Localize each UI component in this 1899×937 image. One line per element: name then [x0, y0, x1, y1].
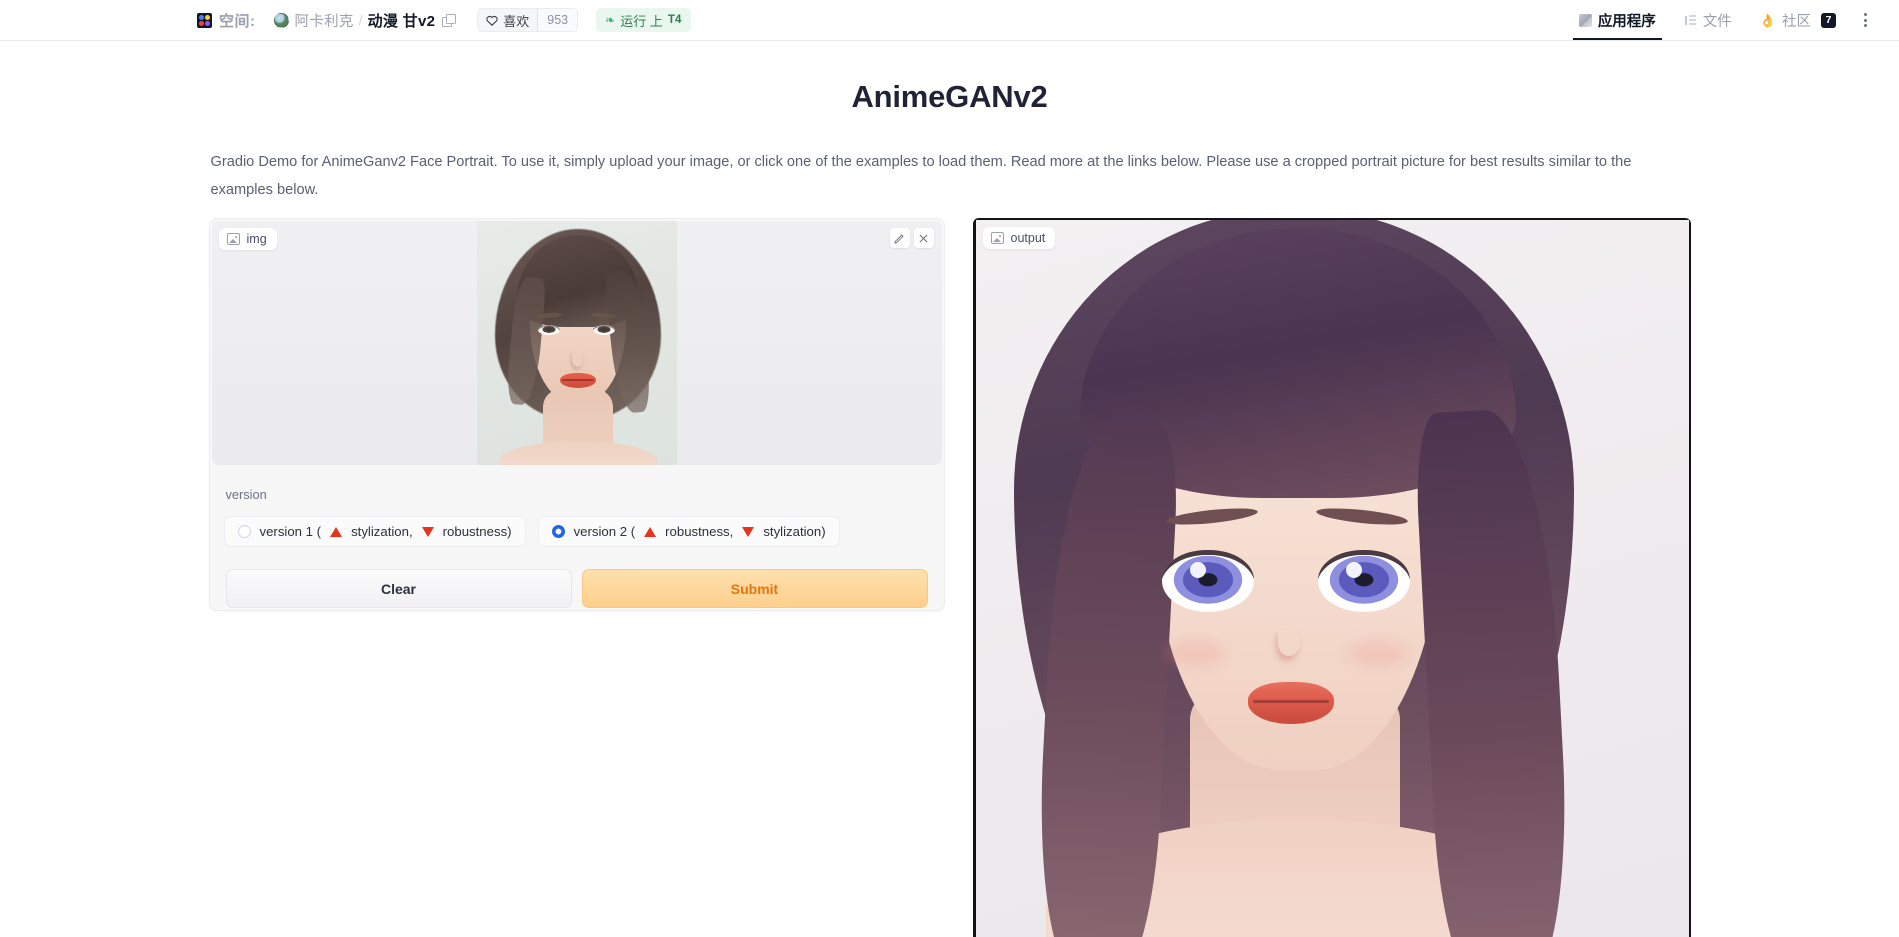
- input-panel-tag: img: [218, 228, 277, 250]
- demo-panels: img version version 1 (stylization, rob…: [208, 218, 1691, 937]
- action-buttons: Clear Submit: [224, 569, 930, 610]
- triangle-down-icon: [742, 526, 755, 537]
- input-column: img version version 1 (stylization, rob…: [208, 218, 945, 611]
- image-icon: [226, 233, 240, 245]
- hand-wave-icon: 👌: [1759, 12, 1776, 28]
- header-nav: 应用程序 文件 👌 社区 7: [1565, 0, 1881, 40]
- owner-avatar: [273, 12, 289, 28]
- triangle-down-icon: [421, 526, 434, 537]
- image-icon: [990, 232, 1004, 244]
- vertical-dots-icon[interactable]: [1850, 13, 1881, 27]
- status-hardware: T4: [667, 14, 682, 26]
- like-button[interactable]: 喜欢: [478, 9, 537, 31]
- tab-files[interactable]: 文件: [1670, 0, 1746, 40]
- like-label: 喜欢: [503, 13, 530, 29]
- tab-apps[interactable]: 应用程序: [1565, 0, 1670, 40]
- input-image-panel[interactable]: img: [211, 221, 942, 465]
- breadcrumb-separator: /: [358, 12, 363, 28]
- tab-apps-label: 应用程序: [1597, 13, 1656, 30]
- tab-community[interactable]: 👌 社区 7: [1746, 0, 1850, 40]
- tab-community-label: 社区: [1782, 13, 1811, 30]
- edit-image-button[interactable]: [889, 228, 910, 248]
- files-icon: [1684, 14, 1697, 27]
- version-label: version: [225, 487, 267, 502]
- running-star-icon: ❧: [605, 13, 616, 27]
- community-badge: 7: [1821, 12, 1836, 28]
- radio-version-2-up-text: robustness,: [665, 524, 734, 539]
- output-anime-portrait: [975, 220, 1689, 937]
- pencil-icon: [894, 233, 904, 244]
- heart-icon: [486, 15, 498, 26]
- top-navigation-bar: 空间: 阿卡利克 / 动漫 甘v2 喜欢 953 ❧ 运行 上 T4 应用程序: [0, 0, 1899, 41]
- like-count: 953: [537, 9, 578, 31]
- output-image-panel[interactable]: output: [972, 218, 1691, 937]
- space-name-link[interactable]: 动漫 甘v2: [368, 10, 436, 31]
- close-icon: [919, 233, 928, 243]
- spaces-logo-icon: [197, 12, 212, 28]
- radio-version-1-up-text: stylization,: [351, 524, 413, 539]
- version-controls: version version 1 ( stylization, robustn…: [210, 465, 944, 610]
- radio-version-1-prefix: version 1 (: [259, 524, 322, 539]
- output-panel-label: output: [1010, 231, 1046, 245]
- input-panel-label: img: [246, 232, 267, 246]
- output-panel-tag: output: [982, 227, 1056, 249]
- image-action-buttons: [889, 228, 934, 248]
- radio-version-2-indicator[interactable]: [551, 525, 565, 538]
- page-content: AnimeGANv2 Gradio Demo for AnimeGanv2 Fa…: [0, 41, 1899, 937]
- output-column: output: [972, 218, 1691, 937]
- radio-version-2-down-text: stylization): [763, 524, 826, 539]
- radio-version-1-indicator[interactable]: [237, 525, 251, 538]
- version-radio-group: version 1 ( stylization, robustness) ver…: [223, 516, 930, 569]
- radio-version-2[interactable]: version 2 ( robustness, stylization): [537, 516, 840, 547]
- triangle-up-icon: [644, 526, 657, 537]
- status-badge: ❧ 运行 上 T4: [596, 8, 691, 32]
- breadcrumb: 空间: 阿卡利克 / 动漫 甘v2 喜欢 953 ❧ 运行 上 T4: [197, 8, 691, 32]
- clear-button[interactable]: Clear: [225, 569, 572, 608]
- spaces-label: 空间:: [219, 12, 256, 30]
- clear-image-button[interactable]: [913, 228, 934, 248]
- status-label: 运行 上: [620, 13, 663, 29]
- like-control: 喜欢 953: [477, 8, 579, 32]
- radio-version-1-down-text: robustness): [442, 524, 512, 539]
- radio-version-2-prefix: version 2 (: [573, 524, 636, 539]
- uploaded-portrait-photo: [476, 221, 677, 465]
- copy-icon[interactable]: [442, 13, 456, 27]
- submit-button[interactable]: Submit: [581, 569, 928, 608]
- page-description: Gradio Demo for AnimeGanv2 Face Portrait…: [210, 154, 1632, 198]
- page-title: AnimeGANv2: [851, 79, 1048, 114]
- radio-version-1[interactable]: version 1 ( stylization, robustness): [223, 516, 526, 547]
- cube-icon: [1578, 13, 1592, 27]
- tab-files-label: 文件: [1702, 13, 1732, 30]
- owner-name-link[interactable]: 阿卡利克: [295, 10, 354, 31]
- triangle-up-icon: [330, 526, 343, 537]
